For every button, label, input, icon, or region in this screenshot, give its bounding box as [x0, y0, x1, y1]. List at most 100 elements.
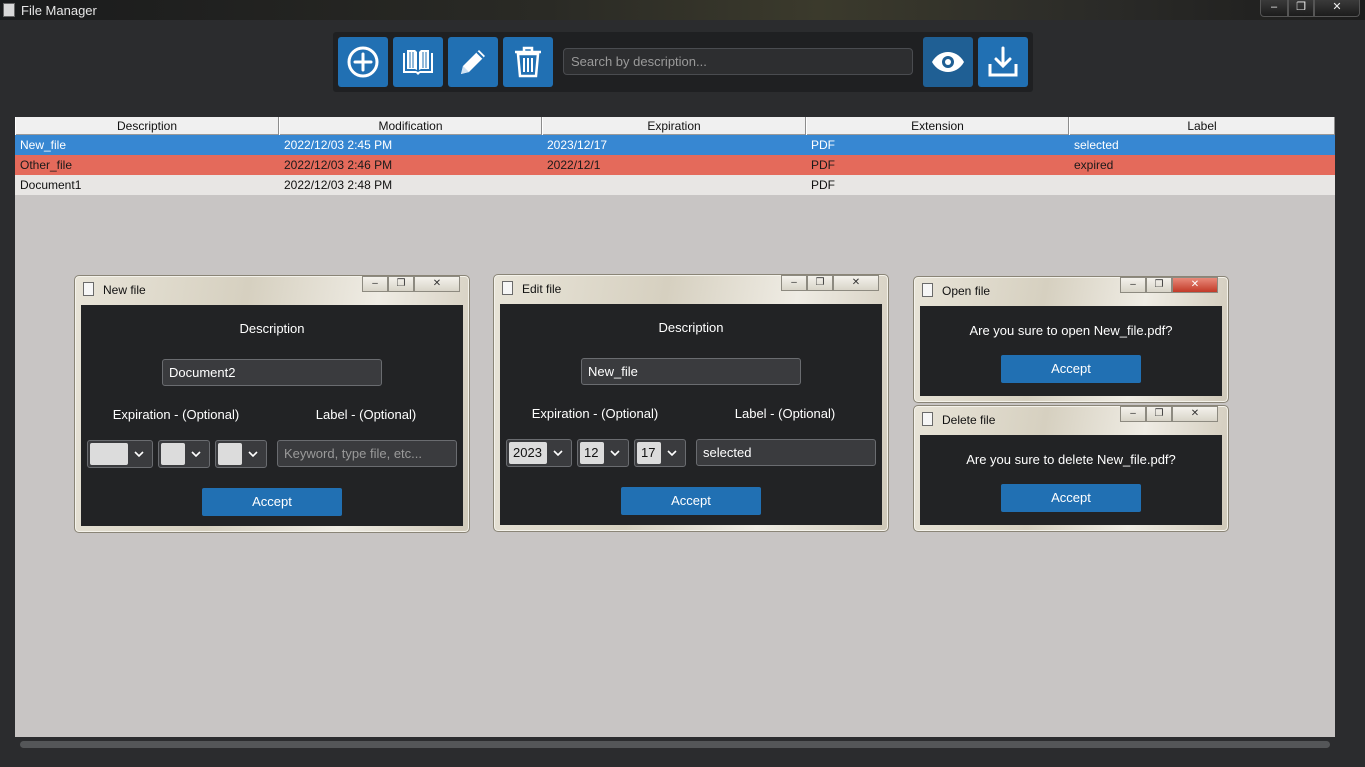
dialog-controls: – ❐ ✕: [781, 275, 879, 291]
chevron-down-icon: [183, 441, 209, 467]
window-title: File Manager: [21, 3, 97, 18]
title-bar: File Manager – ❐ ✕: [0, 0, 1365, 20]
dialog-controls: – ❐ ✕: [362, 276, 460, 292]
chevron-down-icon: [545, 440, 571, 466]
file-icon: [502, 281, 513, 295]
cell-modification: 2022/12/03 2:45 PM: [284, 138, 393, 152]
confirm-message: Are you sure to delete New_file.pdf?: [966, 452, 1176, 467]
table-header: Description Modification Expiration Exte…: [15, 117, 1335, 135]
horizontal-scrollbar[interactable]: [15, 737, 1335, 752]
book-icon: [403, 50, 433, 75]
maximize-button[interactable]: ❐: [807, 275, 833, 291]
close-button[interactable]: ✕: [1314, 0, 1360, 17]
file-icon: [83, 282, 94, 296]
accept-button[interactable]: Accept: [621, 487, 761, 515]
close-button[interactable]: ✕: [833, 275, 879, 291]
close-button[interactable]: ✕: [414, 276, 460, 292]
edit-button[interactable]: [448, 37, 498, 87]
column-header-modification[interactable]: Modification: [279, 117, 542, 135]
accept-button[interactable]: Accept: [1001, 484, 1141, 512]
minimize-button[interactable]: –: [781, 275, 807, 291]
dialog-body: Description Document2 Expiration - (Opti…: [81, 305, 463, 526]
maximize-button[interactable]: ❐: [1288, 0, 1314, 17]
scrollbar-thumb[interactable]: [20, 741, 1330, 748]
cell-label: [1069, 175, 1335, 195]
maximize-button[interactable]: ❐: [1146, 277, 1172, 293]
description-label: Description: [239, 321, 305, 336]
dialog-body: Description New_file Expiration - (Optio…: [500, 304, 882, 525]
search-input[interactable]: Search by description...: [563, 48, 913, 75]
cell-description: Other_file: [20, 158, 73, 172]
year-select-value: 2023: [509, 442, 547, 464]
year-select[interactable]: 2023: [506, 439, 572, 467]
view-button[interactable]: [923, 37, 973, 87]
label-input[interactable]: Keyword, type file, etc...: [277, 440, 457, 467]
cell-extension: PDF: [811, 158, 835, 172]
minimize-button[interactable]: –: [1120, 277, 1146, 293]
day-select-value: 17: [637, 442, 661, 464]
dialog-controls: – ❐ ✕: [1120, 406, 1218, 422]
cell-description: Document1: [20, 178, 82, 192]
cell-expiration: 2023/12/17: [547, 138, 608, 152]
delete-button[interactable]: [503, 37, 553, 87]
year-select[interactable]: [87, 440, 153, 468]
maximize-button[interactable]: ❐: [1146, 406, 1172, 422]
description-input[interactable]: New_file: [581, 358, 801, 385]
dialog-body: Are you sure to delete New_file.pdf? Acc…: [920, 435, 1222, 525]
plus-circle-icon: [347, 46, 379, 78]
month-select-value: [161, 443, 185, 465]
close-button[interactable]: ✕: [1172, 406, 1218, 422]
label-label: Label - (Optional): [315, 407, 417, 422]
cell-extension: PDF: [811, 138, 835, 152]
close-button[interactable]: ✕: [1172, 277, 1218, 293]
accept-button[interactable]: Accept: [202, 488, 342, 516]
month-select[interactable]: [158, 440, 210, 468]
toolbar: Search by description...: [333, 32, 1033, 92]
dialog-body: Are you sure to open New_file.pdf? Accep…: [920, 306, 1222, 396]
label-input[interactable]: selected: [696, 439, 876, 466]
app-icon: [3, 3, 15, 17]
cell-expiration: 2022/12/1: [547, 158, 601, 172]
day-select[interactable]: [215, 440, 267, 468]
day-select-value: [218, 443, 242, 465]
open-file-dialog: Open file – ❐ ✕ Are you sure to open New…: [913, 276, 1229, 403]
table-row[interactable]: Other_file 2022/12/03 2:46 PM 2022/12/1 …: [15, 155, 1335, 175]
column-header-expiration[interactable]: Expiration: [542, 117, 806, 135]
description-label: Description: [658, 320, 724, 335]
download-icon: [988, 46, 1018, 77]
accept-button[interactable]: Accept: [1001, 355, 1141, 383]
minimize-button[interactable]: –: [1260, 0, 1288, 17]
maximize-button[interactable]: ❐: [388, 276, 414, 292]
add-button[interactable]: [338, 37, 388, 87]
confirm-message: Are you sure to open New_file.pdf?: [969, 323, 1173, 338]
column-header-label[interactable]: Label: [1069, 117, 1335, 135]
open-book-button[interactable]: [393, 37, 443, 87]
dialog-title: Open file: [942, 284, 991, 298]
cell-label: selected: [1074, 138, 1119, 152]
cell-modification: 2022/12/03 2:46 PM: [284, 158, 393, 172]
eye-icon: [932, 52, 964, 72]
new-file-dialog: New file – ❐ ✕ Description Document2 Exp…: [74, 275, 470, 533]
description-input[interactable]: Document2: [162, 359, 382, 386]
chevron-down-icon: [240, 441, 266, 467]
trash-icon: [515, 46, 541, 78]
chevron-down-icon: [602, 440, 628, 466]
file-icon: [922, 412, 933, 426]
chevron-down-icon: [126, 441, 152, 467]
table-row[interactable]: New_file 2022/12/03 2:45 PM 2023/12/17 P…: [15, 135, 1335, 155]
vertical-scrollbar[interactable]: [1335, 117, 1350, 737]
cell-label: expired: [1074, 158, 1114, 172]
table-row[interactable]: Document1 2022/12/03 2:48 PM PDF: [15, 175, 1335, 195]
column-header-description[interactable]: Description: [15, 117, 279, 135]
month-select-value: 12: [580, 442, 604, 464]
expiration-label: Expiration - (Optional): [531, 406, 659, 421]
minimize-button[interactable]: –: [1120, 406, 1146, 422]
cell-modification: 2022/12/03 2:48 PM: [284, 178, 393, 192]
pencil-icon: [461, 50, 485, 74]
minimize-button[interactable]: –: [362, 276, 388, 292]
cell-expiration: [542, 175, 806, 195]
column-header-extension[interactable]: Extension: [806, 117, 1069, 135]
download-button[interactable]: [978, 37, 1028, 87]
month-select[interactable]: 12: [577, 439, 629, 467]
day-select[interactable]: 17: [634, 439, 686, 467]
